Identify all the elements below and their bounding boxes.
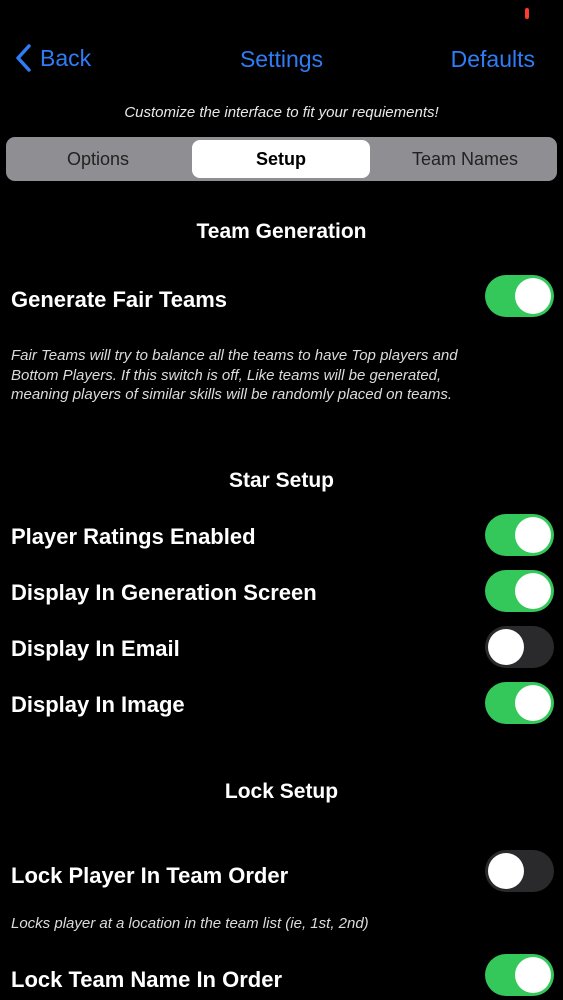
display-in-email-toggle[interactable] xyxy=(485,626,554,668)
generate-fair-teams-toggle[interactable] xyxy=(485,275,554,317)
display-in-email-label: Display In Email xyxy=(11,636,180,661)
recording-indicator xyxy=(525,8,529,19)
display-in-image-label: Display In Image xyxy=(11,692,185,717)
lock-player-in-team-order-label: Lock Player In Team Order xyxy=(11,863,289,888)
toggle-knob xyxy=(515,685,551,721)
lock-team-name-in-order-toggle[interactable] xyxy=(485,954,554,996)
toggle-knob xyxy=(488,853,524,889)
player-ratings-enabled-label: Player Ratings Enabled xyxy=(11,524,256,549)
tab-options[interactable]: Options xyxy=(9,140,187,178)
generate-fair-teams-label: Generate Fair Teams xyxy=(11,287,228,312)
display-in-generation-screen-toggle[interactable] xyxy=(485,570,554,612)
toggle-knob xyxy=(488,629,524,665)
segmented-control: Options Setup Team Names xyxy=(6,137,557,181)
toggle-knob xyxy=(515,957,551,993)
player-ratings-enabled-toggle[interactable] xyxy=(485,514,554,556)
display-in-image-toggle[interactable] xyxy=(485,682,554,724)
section-title-star-setup: Star Setup xyxy=(228,469,335,492)
navigation-bar: Back Settings Defaults xyxy=(0,36,563,80)
fair-teams-description: Fair Teams will try to balance all the t… xyxy=(11,347,458,403)
subtitle: Customize the interface to fit your requ… xyxy=(124,104,439,121)
tab-team-names[interactable]: Team Names xyxy=(376,140,554,178)
toggle-knob xyxy=(515,278,551,314)
tab-setup[interactable]: Setup xyxy=(192,140,370,178)
section-title-team-generation: Team Generation xyxy=(196,220,367,243)
display-in-generation-screen-label: Display In Generation Screen xyxy=(11,580,317,605)
lock-player-description: Locks player at a location in the team l… xyxy=(11,915,369,932)
toggle-knob xyxy=(515,573,551,609)
toggle-knob xyxy=(515,517,551,553)
defaults-button[interactable]: Defaults xyxy=(451,46,535,73)
section-title-lock-setup: Lock Setup xyxy=(224,780,339,803)
lock-team-name-in-order-label: Lock Team Name In Order xyxy=(11,967,283,992)
lock-player-in-team-order-toggle[interactable] xyxy=(485,850,554,892)
